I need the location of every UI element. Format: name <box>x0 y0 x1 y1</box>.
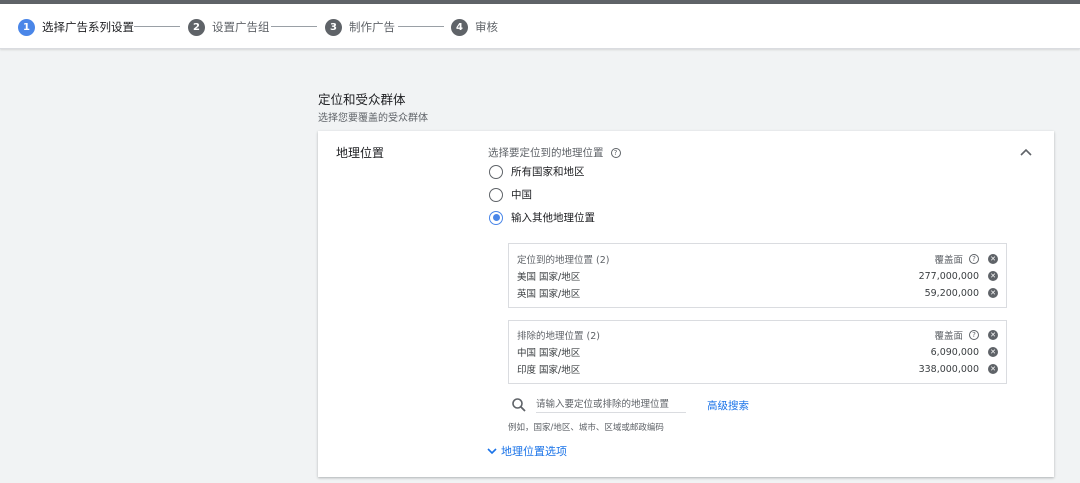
targeted-header: 定位到的地理位置 (2) 覆盖面 ? ✕ <box>517 251 998 267</box>
location-reach: 6,090,000 <box>930 346 979 358</box>
excluded-row: 中国 国家/地区 6,090,000 ✕ <box>517 344 998 360</box>
section-title: 定位和受众群体 <box>318 92 406 107</box>
excluded-row: 印度 国家/地区 338,000,000 ✕ <box>517 361 998 377</box>
reach-label: 覆盖面 <box>934 331 963 342</box>
location-reach: 338,000,000 <box>918 363 979 375</box>
step-create-ad[interactable]: 3 制作广告 <box>325 18 395 36</box>
section-subtitle: 选择您要覆盖的受众群体 <box>318 113 428 124</box>
location-name: 美国 国家/地区 <box>517 272 581 283</box>
radio-button[interactable] <box>489 187 503 202</box>
location-options-toggle[interactable]: 地理位置选项 <box>487 443 567 459</box>
remove-location-icon[interactable]: ✕ <box>988 271 998 281</box>
remove-location-icon[interactable]: ✕ <box>988 364 998 374</box>
advanced-search-link[interactable]: 高级搜索 <box>707 398 749 413</box>
geo-targeting-card: 地理位置 选择要定位到的地理位置 ? 所有国家和地区 中国 输入其他地理位置 定… <box>318 131 1054 477</box>
step-connector <box>398 26 444 27</box>
radio-all-countries[interactable]: 所有国家和地区 <box>489 164 585 179</box>
targeted-row: 美国 国家/地区 277,000,000 ✕ <box>517 268 998 284</box>
targeted-row: 英国 国家/地区 59,200,000 ✕ <box>517 285 998 301</box>
remove-all-icon[interactable]: ✕ <box>988 330 998 340</box>
remove-location-icon[interactable]: ✕ <box>988 288 998 298</box>
location-reach: 59,200,000 <box>924 287 979 299</box>
step-label: 制作广告 <box>349 20 395 34</box>
search-example-hint: 例如，国家/地区、城市、区域或邮政编码 <box>508 423 664 433</box>
targeted-locations-box: 定位到的地理位置 (2) 覆盖面 ? ✕ 美国 国家/地区 277,000,00… <box>508 243 1007 308</box>
step-label: 设置广告组 <box>212 20 270 34</box>
chevron-down-icon <box>487 448 497 455</box>
location-search-input[interactable] <box>536 397 686 413</box>
help-icon[interactable]: ? <box>610 147 621 158</box>
step-review[interactable]: 4 审核 <box>451 18 498 36</box>
step-label: 选择广告系列设置 <box>42 20 134 34</box>
geo-question-text: 选择要定位到的地理位置 <box>488 147 604 159</box>
remove-location-icon[interactable]: ✕ <box>988 347 998 357</box>
location-options-label: 地理位置选项 <box>501 445 567 458</box>
remove-all-icon[interactable]: ✕ <box>988 254 998 264</box>
location-reach: 277,000,000 <box>918 270 979 282</box>
step-number: 1 <box>18 18 35 36</box>
radio-china[interactable]: 中国 <box>489 187 532 202</box>
step-label: 审核 <box>475 20 498 34</box>
location-name: 中国 国家/地区 <box>517 348 581 359</box>
step-number: 2 <box>188 18 205 36</box>
excluded-locations-box: 排除的地理位置 (2) 覆盖面 ? ✕ 中国 国家/地区 6,090,000 ✕… <box>508 320 1007 384</box>
radio-button[interactable] <box>489 210 503 225</box>
step-ad-group[interactable]: 2 设置广告组 <box>188 18 270 36</box>
targeted-header-label: 定位到的地理位置 (2) <box>517 255 610 266</box>
step-number: 4 <box>451 18 468 36</box>
excluded-header: 排除的地理位置 (2) 覆盖面 ? ✕ <box>517 327 998 343</box>
step-connector <box>271 26 317 27</box>
help-icon[interactable]: ? <box>969 254 979 264</box>
excluded-header-label: 排除的地理位置 (2) <box>517 331 600 342</box>
reach-label: 覆盖面 <box>934 255 963 266</box>
radio-label: 输入其他地理位置 <box>511 212 595 224</box>
geo-question: 选择要定位到的地理位置 ? <box>488 145 621 160</box>
radio-other-locations[interactable]: 输入其他地理位置 <box>489 210 595 225</box>
step-campaign-settings[interactable]: 1 选择广告系列设置 <box>18 18 134 36</box>
chevron-up-icon[interactable] <box>1018 145 1034 159</box>
radio-label: 所有国家和地区 <box>511 166 585 178</box>
location-name: 英国 国家/地区 <box>517 289 581 300</box>
search-icon <box>512 398 526 412</box>
step-connector <box>134 26 180 27</box>
progress-stepper: 1 选择广告系列设置 2 设置广告组 3 制作广告 4 审核 <box>0 4 1080 49</box>
location-name: 印度 国家/地区 <box>517 365 581 376</box>
card-label: 地理位置 <box>336 146 385 160</box>
step-number: 3 <box>325 18 342 36</box>
help-icon[interactable]: ? <box>969 330 979 340</box>
radio-button[interactable] <box>489 164 503 179</box>
radio-label: 中国 <box>511 189 532 201</box>
